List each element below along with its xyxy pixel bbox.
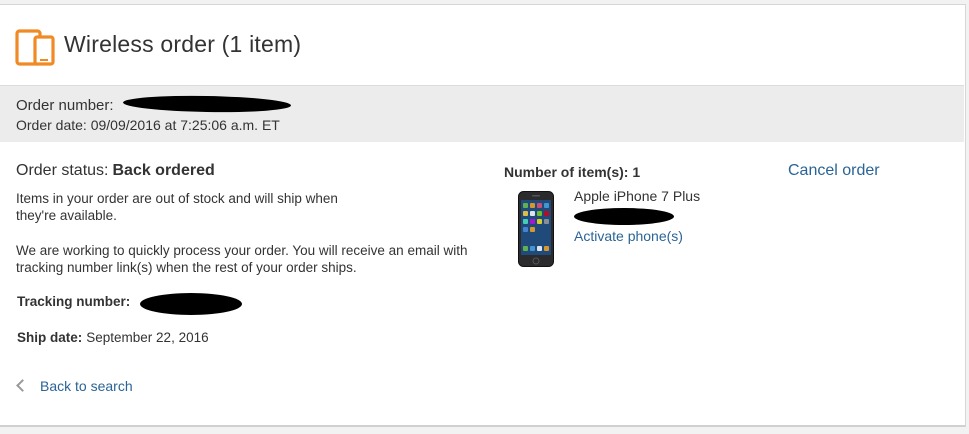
- tracking-number: Tracking number:: [17, 294, 130, 309]
- order-number-redaction: [122, 94, 292, 114]
- order-header: Wireless order (1 item): [0, 5, 964, 85]
- order-date: Order date: 09/09/2016 at 7:25:06 a.m. E…: [16, 117, 280, 133]
- items-count: Number of item(s): 1: [504, 164, 641, 180]
- order-info-bar: Order number: Order date: 09/09/2016 at …: [0, 85, 964, 142]
- chevron-left-icon: [16, 379, 29, 392]
- stock-message: Items in your order are out of stock and…: [16, 191, 338, 223]
- page-frame: Wireless order (1 item) Order number: Or…: [0, 0, 969, 434]
- ship-date-label: Ship date:: [17, 330, 83, 345]
- activate-phone-link[interactable]: Activate phone(s): [574, 228, 683, 244]
- page-title: Wireless order (1 item): [64, 31, 302, 57]
- order-status: Order status: Back ordered: [16, 162, 215, 180]
- product-name: Apple iPhone 7 Plus: [574, 188, 701, 204]
- order-status-label: Order status:: [16, 162, 109, 179]
- ship-date: Ship date: September 22, 2016: [17, 330, 209, 345]
- order-card: Wireless order (1 item) Order number: Or…: [0, 4, 966, 427]
- order-number: Order number:: [16, 97, 114, 114]
- ship-date-value: September 22, 2016: [86, 330, 209, 345]
- wireless-devices-icon: [15, 27, 55, 67]
- order-status-value: Back ordered: [112, 162, 215, 179]
- processing-message: We are working to quickly process your o…: [16, 243, 468, 275]
- cancel-order-link[interactable]: Cancel order: [788, 162, 880, 180]
- tracking-number-redaction: [140, 293, 242, 315]
- back-to-search-link[interactable]: Back to search: [16, 378, 133, 394]
- back-to-search-label: Back to search: [40, 378, 133, 394]
- product-image: [518, 191, 554, 267]
- product-detail-redaction: [574, 208, 674, 225]
- tracking-number-label: Tracking number:: [17, 294, 131, 309]
